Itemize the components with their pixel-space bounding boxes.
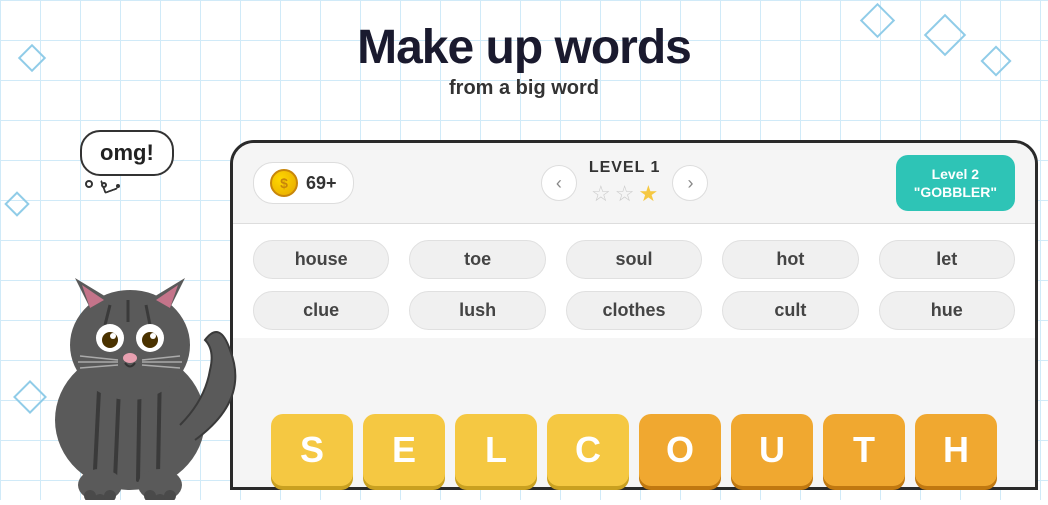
word-toe[interactable]: toe bbox=[409, 240, 545, 279]
letter-tile-s[interactable]: S bbox=[271, 414, 353, 486]
word-soul[interactable]: soul bbox=[566, 240, 702, 279]
word-clue[interactable]: clue bbox=[253, 291, 389, 330]
chevron-right-icon: › bbox=[687, 173, 693, 194]
words-area: house toe soul hot let clue lush clothes… bbox=[233, 224, 1035, 338]
letter-tile-h[interactable]: H bbox=[915, 414, 997, 486]
letter-tile-o[interactable]: O bbox=[639, 414, 721, 486]
next-level-button[interactable]: Level 2 "GOBBLER" bbox=[896, 155, 1015, 211]
level-info: LEVEL 1 ☆ ☆ ★ bbox=[589, 159, 661, 207]
words-grid: house toe soul hot let clue lush clothes… bbox=[253, 240, 1015, 330]
header: Make up words from a big word bbox=[0, 20, 1048, 100]
coin-icon: $ bbox=[270, 169, 298, 197]
letter-tile-l[interactable]: L bbox=[455, 414, 537, 486]
word-let[interactable]: let bbox=[879, 240, 1015, 279]
word-house[interactable]: house bbox=[253, 240, 389, 279]
coins-display: $ 69+ bbox=[253, 162, 354, 204]
star-2: ☆ bbox=[615, 181, 635, 207]
level-nav: ‹ LEVEL 1 ☆ ☆ ★ › bbox=[541, 159, 709, 207]
page-title: Make up words bbox=[0, 20, 1048, 75]
next-level-label: Level 2 bbox=[914, 165, 997, 183]
letter-tile-t[interactable]: T bbox=[823, 414, 905, 486]
cat-svg bbox=[20, 160, 240, 500]
nav-left-button[interactable]: ‹ bbox=[541, 165, 577, 201]
panel-topbar: $ 69+ ‹ LEVEL 1 ☆ ☆ ★ › Level 2 "GOBBLER… bbox=[233, 143, 1035, 224]
word-clothes[interactable]: clothes bbox=[566, 291, 702, 330]
letter-tiles-row: S E L C O U T H bbox=[240, 414, 1028, 486]
star-3: ★ bbox=[638, 181, 658, 207]
coins-value: 69+ bbox=[306, 173, 337, 194]
letter-tile-c[interactable]: C bbox=[547, 414, 629, 486]
level-label: LEVEL 1 bbox=[589, 159, 661, 177]
page-subtitle: from a big word bbox=[0, 77, 1048, 100]
word-hue[interactable]: hue bbox=[879, 291, 1015, 330]
next-level-word: "GOBBLER" bbox=[914, 183, 997, 201]
chevron-left-icon: ‹ bbox=[556, 173, 562, 194]
star-1: ☆ bbox=[591, 181, 611, 207]
cat-illustration bbox=[20, 160, 240, 500]
word-hot[interactable]: hot bbox=[722, 240, 858, 279]
word-cult[interactable]: cult bbox=[722, 291, 858, 330]
letter-tile-e[interactable]: E bbox=[363, 414, 445, 486]
nav-right-button[interactable]: › bbox=[672, 165, 708, 201]
letter-tile-u[interactable]: U bbox=[731, 414, 813, 486]
stars-row: ☆ ☆ ★ bbox=[589, 181, 661, 207]
word-lush[interactable]: lush bbox=[409, 291, 545, 330]
